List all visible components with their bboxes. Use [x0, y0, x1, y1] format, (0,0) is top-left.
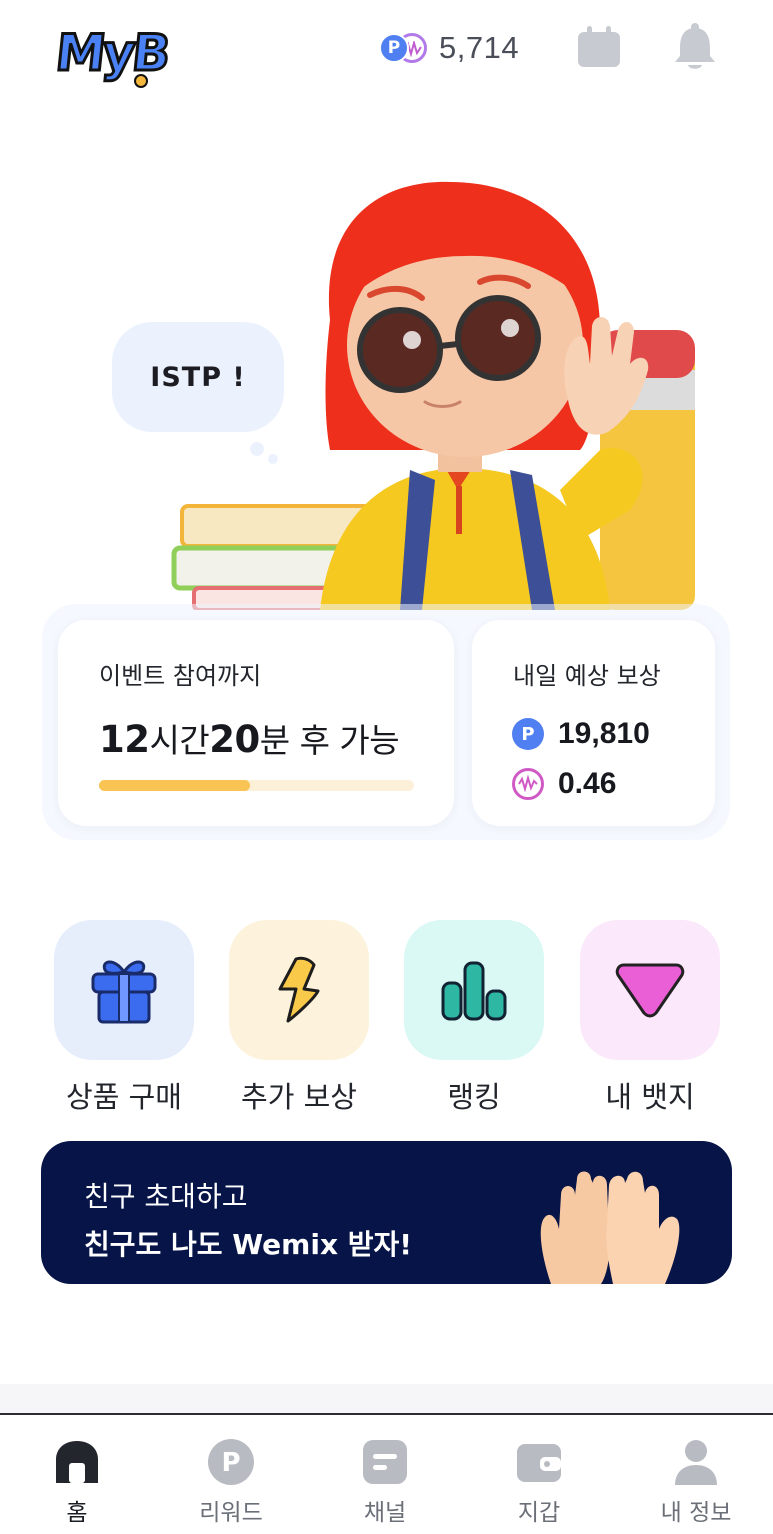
- event-progress-bar: [99, 780, 414, 791]
- event-progress-fill: [99, 780, 251, 791]
- invite-friends-banner[interactable]: 친구 초대하고 친구도 나도 Wemix 받자!: [41, 1141, 732, 1284]
- wemix-reward-row: 0.46: [512, 764, 616, 804]
- app-logo[interactable]: MyB: [51, 18, 202, 94]
- point-reward-value: 19,810: [558, 717, 650, 750]
- wemix-coin-icon: [512, 768, 544, 800]
- logo-dot: [134, 74, 148, 88]
- menu-label: 추가 보상: [241, 1080, 357, 1114]
- tab-my-info[interactable]: 내 정보: [619, 1415, 773, 1534]
- countdown-minutes: 20: [209, 718, 260, 761]
- svg-text:P: P: [221, 1448, 240, 1478]
- point-coin-icon: P: [512, 718, 544, 750]
- tab-label: 리워드: [199, 1500, 263, 1526]
- home-icon: [56, 1441, 98, 1483]
- event-title: 이벤트 참여까지: [99, 662, 262, 690]
- menu-tile: [404, 920, 544, 1060]
- tab-label: 홈: [66, 1500, 88, 1526]
- expected-reward-card[interactable]: 내일 예상 보상 P 19,810 0.46: [472, 620, 715, 826]
- point-coin-icon: P: [379, 33, 409, 63]
- tab-label: 지갑: [517, 1500, 561, 1526]
- countdown-minutes-unit: 분 후 가능: [259, 721, 400, 760]
- badge-icon: [615, 963, 685, 1018]
- lightning-icon: [278, 956, 320, 1023]
- logo-text: MyB: [51, 23, 172, 84]
- points-value: 5,714: [439, 30, 520, 65]
- event-countdown-card[interactable]: 이벤트 참여까지 12시간20분 후 가능: [58, 620, 454, 826]
- app-header: MyB P 5,714: [0, 0, 773, 100]
- ranking-chart-icon: [441, 961, 507, 1021]
- tab-label: 내 정보: [660, 1500, 732, 1526]
- point-reward-row: P 19,810: [512, 714, 650, 754]
- tab-wallet[interactable]: 지갑: [462, 1415, 616, 1534]
- countdown-hours: 12: [99, 718, 150, 761]
- tab-reward[interactable]: P 리워드: [154, 1415, 308, 1534]
- wallet-icon: [517, 1444, 561, 1482]
- hero-section: ISTP !: [0, 150, 773, 610]
- banner-line-1: 친구 초대하고: [84, 1180, 248, 1213]
- calendar-icon[interactable]: [577, 26, 621, 68]
- bottom-tab-bar: 홈 P 리워드 채널 지갑 내 정보: [0, 1413, 773, 1534]
- tab-channel[interactable]: 채널: [308, 1415, 462, 1534]
- points-balance[interactable]: P 5,714: [379, 28, 519, 68]
- menu-tile: [229, 920, 369, 1060]
- event-countdown: 12시간20분 후 가능: [99, 714, 400, 762]
- character-illustration: [171, 181, 695, 610]
- tab-home[interactable]: 홈: [0, 1415, 154, 1534]
- menu-tile: [54, 920, 194, 1060]
- menu-label: 랭킹: [447, 1080, 501, 1114]
- banner-line-2: 친구도 나도 Wemix 받자!: [84, 1228, 413, 1261]
- gift-icon: [91, 960, 157, 1024]
- menu-label: 내 뱃지: [605, 1080, 695, 1114]
- profile-icon: [675, 1440, 717, 1485]
- menu-extra-reward[interactable]: 추가 보상: [229, 920, 369, 1114]
- menu-ranking[interactable]: 랭킹: [404, 920, 544, 1114]
- menu-label: 상품 구매: [66, 1080, 182, 1114]
- channel-icon: [363, 1440, 407, 1484]
- tab-label: 채널: [363, 1500, 407, 1526]
- content-bottom-strip: [0, 1384, 773, 1414]
- menu-tile: [580, 920, 720, 1060]
- wemix-reward-value: 0.46: [558, 767, 617, 800]
- reward-icon: P: [208, 1439, 254, 1485]
- high-five-hands-illustration: [540, 1171, 680, 1284]
- countdown-hours-unit: 시간: [149, 721, 210, 760]
- menu-my-badge[interactable]: 내 뱃지: [580, 920, 720, 1114]
- menu-purchase[interactable]: 상품 구매: [54, 920, 194, 1114]
- reward-title: 내일 예상 보상: [513, 662, 661, 690]
- bell-icon[interactable]: [671, 22, 719, 72]
